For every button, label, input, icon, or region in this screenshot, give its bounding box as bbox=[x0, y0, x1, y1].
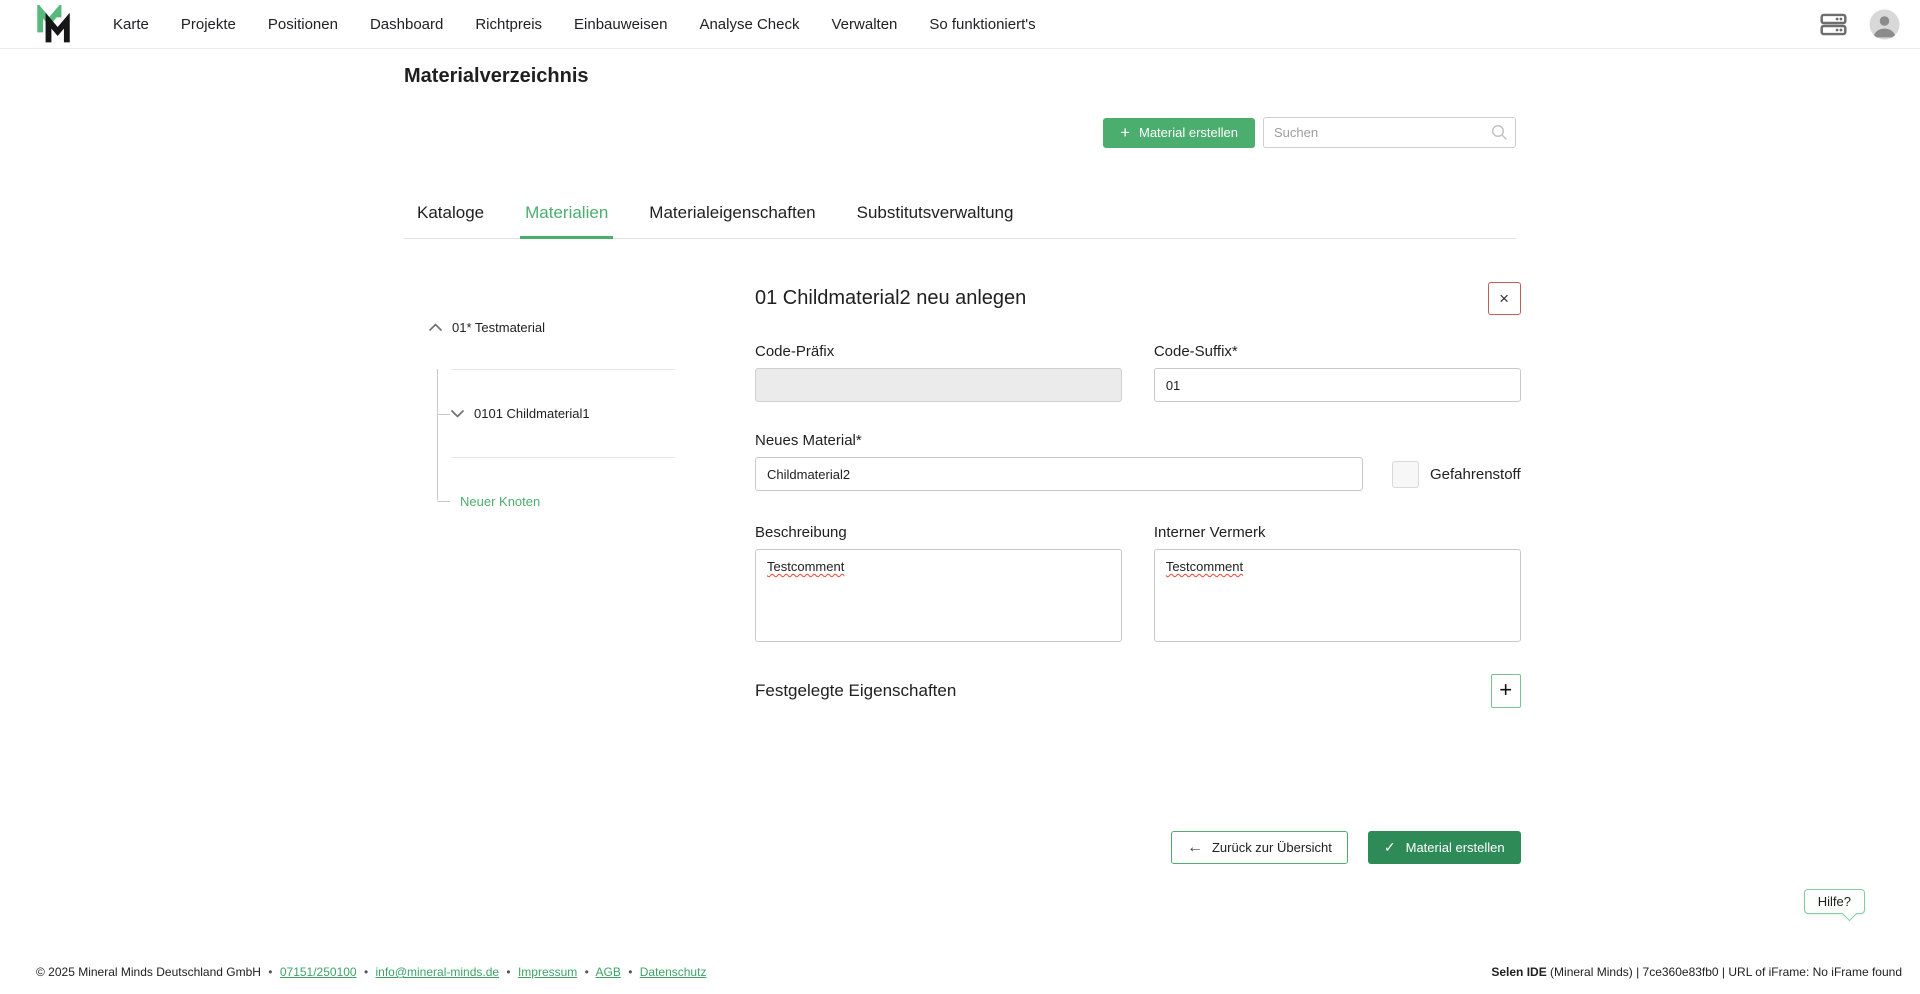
interner-vermerk-label: Interner Vermerk bbox=[1154, 524, 1521, 541]
bullet-separator: • bbox=[506, 965, 510, 979]
code-prefix-input bbox=[755, 368, 1122, 402]
nav-item-analyse-check[interactable]: Analyse Check bbox=[699, 16, 799, 33]
search-input[interactable] bbox=[1263, 117, 1516, 148]
nav-item-richtpreis[interactable]: Richtpreis bbox=[475, 16, 542, 33]
toolbar: + Material erstellen bbox=[404, 117, 1516, 148]
nav-item-karte[interactable]: Karte bbox=[113, 16, 149, 33]
footer-impressum-link[interactable]: Impressum bbox=[518, 965, 577, 979]
main-nav: Karte Projekte Positionen Dashboard Rich… bbox=[113, 16, 1036, 33]
plus-icon: + bbox=[1120, 124, 1130, 141]
tab-materialien[interactable]: Materialien bbox=[520, 190, 613, 239]
beschreibung-textarea[interactable]: Testcomment bbox=[755, 549, 1122, 642]
arrow-left-icon: ← bbox=[1187, 839, 1203, 857]
brand-logo[interactable] bbox=[36, 5, 71, 43]
footer-agb-link[interactable]: AGB bbox=[596, 965, 621, 979]
plus-icon: + bbox=[1499, 677, 1512, 703]
code-prefix-label: Code-Präfix bbox=[755, 343, 1122, 360]
nav-item-projekte[interactable]: Projekte bbox=[181, 16, 236, 33]
bullet-separator: • bbox=[268, 965, 272, 979]
material-tree: 01* Testmaterial 0101 Childmaterial1 Neu… bbox=[404, 239, 675, 864]
nav-item-verwalten[interactable]: Verwalten bbox=[832, 16, 898, 33]
footer-ide-info: Selen IDE (Mineral Minds) | 7ce360e83fb0… bbox=[1491, 965, 1902, 979]
bullet-separator: • bbox=[628, 965, 632, 979]
footer-datenschutz-link[interactable]: Datenschutz bbox=[640, 965, 707, 979]
close-button[interactable]: × bbox=[1488, 282, 1521, 315]
create-material-button[interactable]: + Material erstellen bbox=[1103, 118, 1255, 148]
submit-material-button[interactable]: ✓ Material erstellen bbox=[1368, 831, 1521, 864]
ide-details: (Mineral Minds) | 7ce360e83fb0 | URL of … bbox=[1547, 965, 1902, 979]
footer: © 2025 Mineral Minds Deutschland GmbH • … bbox=[0, 956, 1920, 994]
tree-new-node[interactable]: Neuer Knoten bbox=[437, 458, 675, 544]
server-stack-icon[interactable] bbox=[1820, 11, 1847, 38]
mineral-minds-logo-icon bbox=[36, 5, 71, 43]
nav-item-so-funktionierts[interactable]: So funktioniert's bbox=[929, 16, 1035, 33]
interner-vermerk-text: Testcomment bbox=[1166, 559, 1243, 574]
help-label: Hilfe? bbox=[1818, 894, 1851, 909]
chevron-down-icon[interactable] bbox=[450, 409, 465, 418]
add-property-button[interactable]: + bbox=[1491, 674, 1521, 708]
tab-bar: Kataloge Materialien Materialeigenschaft… bbox=[404, 190, 1516, 239]
tree-node-label[interactable]: 0101 Childmaterial1 bbox=[474, 406, 590, 421]
tab-substitutsverwaltung[interactable]: Substitutsverwaltung bbox=[852, 190, 1019, 239]
interner-vermerk-textarea[interactable]: Testcomment bbox=[1154, 549, 1521, 642]
search-icon bbox=[1491, 124, 1508, 141]
festgelegte-eigenschaften-label: Festgelegte Eigenschaften bbox=[755, 681, 956, 701]
beschreibung-label: Beschreibung bbox=[755, 524, 1122, 541]
beschreibung-text: Testcomment bbox=[767, 559, 844, 574]
code-suffix-label: Code-Suffix* bbox=[1154, 343, 1521, 360]
tree-branch: 0101 Childmaterial1 Neuer Knoten bbox=[437, 369, 675, 544]
tree-node-testmaterial[interactable]: 01* Testmaterial bbox=[404, 320, 675, 335]
footer-phone-link[interactable]: 07151/250100 bbox=[280, 965, 357, 979]
nav-item-positionen[interactable]: Positionen bbox=[268, 16, 338, 33]
check-icon: ✓ bbox=[1384, 839, 1396, 856]
create-material-label: Material erstellen bbox=[1139, 125, 1238, 140]
tree-node-childmaterial1[interactable]: 0101 Childmaterial1 bbox=[437, 370, 675, 457]
footer-email-link[interactable]: info@mineral-minds.de bbox=[375, 965, 499, 979]
back-button-label: Zurück zur Übersicht bbox=[1212, 840, 1332, 855]
user-avatar[interactable] bbox=[1869, 9, 1900, 40]
back-to-overview-button[interactable]: ← Zurück zur Übersicht bbox=[1171, 831, 1348, 864]
tab-materialeigenschaften[interactable]: Materialeigenschaften bbox=[644, 190, 820, 239]
tree-node-label[interactable]: 01* Testmaterial bbox=[452, 320, 545, 335]
gefahrenstoff-label: Gefahrenstoff bbox=[1430, 466, 1521, 483]
new-node-label[interactable]: Neuer Knoten bbox=[460, 494, 540, 509]
bullet-separator: • bbox=[364, 965, 368, 979]
bullet-separator: • bbox=[585, 965, 589, 979]
submit-button-label: Material erstellen bbox=[1406, 840, 1505, 855]
ide-name: Selen IDE bbox=[1491, 965, 1546, 979]
close-icon: × bbox=[1499, 289, 1509, 309]
footer-info: © 2025 Mineral Minds Deutschland GmbH • … bbox=[36, 965, 706, 979]
gefahrenstoff-checkbox[interactable] bbox=[1392, 461, 1419, 488]
help-button[interactable]: Hilfe? bbox=[1804, 889, 1865, 914]
code-suffix-input[interactable] bbox=[1154, 368, 1521, 402]
chevron-up-icon[interactable] bbox=[428, 323, 443, 332]
top-nav: Karte Projekte Positionen Dashboard Rich… bbox=[0, 0, 1920, 49]
material-form: 01 Childmaterial2 neu anlegen × Code-Prä… bbox=[755, 239, 1521, 864]
tab-kataloge[interactable]: Kataloge bbox=[412, 190, 489, 239]
new-material-input[interactable] bbox=[755, 457, 1363, 491]
page-title: Materialverzeichnis bbox=[404, 65, 1516, 88]
copyright-text: © 2025 Mineral Minds Deutschland GmbH bbox=[36, 965, 261, 979]
form-title: 01 Childmaterial2 neu anlegen bbox=[755, 287, 1026, 310]
new-material-label: Neues Material* bbox=[755, 432, 1521, 449]
nav-item-dashboard[interactable]: Dashboard bbox=[370, 16, 443, 33]
nav-item-einbauweisen[interactable]: Einbauweisen bbox=[574, 16, 667, 33]
